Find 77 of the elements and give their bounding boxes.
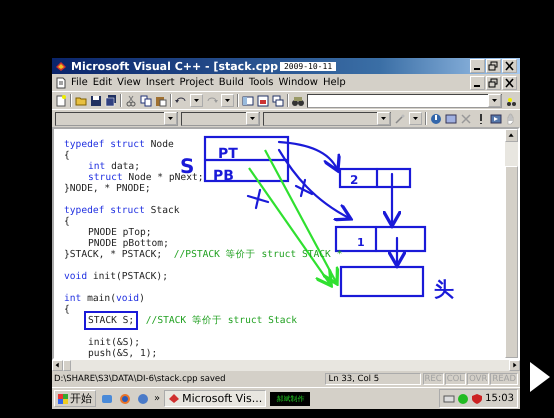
cross-mark <box>246 188 270 210</box>
window-restore-icon[interactable] <box>486 59 501 73</box>
cursor-position: Ln 33, Col 5 <box>324 373 420 385</box>
menu-item[interactable]: View <box>115 77 143 88</box>
play-icon[interactable] <box>528 360 552 394</box>
paste-icon[interactable] <box>154 94 167 106</box>
code-line: push(&S, 1); <box>87 348 158 358</box>
app-icon <box>168 393 180 404</box>
handwritten-node-value: 1 <box>357 236 365 249</box>
open-folder-icon[interactable] <box>74 94 87 106</box>
scroll-left-icon[interactable] <box>52 360 63 371</box>
start-button[interactable]: 开始 <box>54 390 96 407</box>
go-icon[interactable] <box>490 112 502 124</box>
code-line: void init(PSTACK); <box>64 270 168 282</box>
compile-icon[interactable] <box>430 112 442 124</box>
copy-icon[interactable] <box>140 94 152 106</box>
menu-item[interactable]: File <box>69 77 90 88</box>
document-icon[interactable] <box>55 76 67 88</box>
code-line: int data; <box>87 161 140 172</box>
keyboard-icon[interactable] <box>443 392 456 404</box>
handwritten-node-value: 2 <box>350 173 358 187</box>
document-minimize-icon[interactable] <box>470 76 485 90</box>
code-line: typedef struct Stack <box>64 204 180 216</box>
new-file-icon[interactable] <box>55 94 67 106</box>
app-icon <box>55 60 67 72</box>
window-list-icon[interactable] <box>272 94 284 106</box>
cut-icon[interactable] <box>124 94 137 106</box>
status-message: D:\SHARE\S3\DATA\DI-6\stack.cpp saved <box>54 374 227 384</box>
filter-combo-box[interactable] <box>180 112 260 126</box>
menu-item[interactable]: Project <box>178 77 216 88</box>
pointer-arrow <box>386 236 408 268</box>
menu-item[interactable]: Window <box>276 77 320 88</box>
handwritten-node-label: PT <box>218 146 238 162</box>
binoculars-icon[interactable] <box>292 94 304 106</box>
scrollbar-thumb[interactable] <box>63 360 71 371</box>
date-stamp: 2009-10-11 <box>280 62 336 70</box>
windows-logo-icon <box>58 394 68 404</box>
menu-item[interactable]: Insert <box>144 77 177 88</box>
shield-icon[interactable] <box>471 392 484 404</box>
cross-mark <box>294 178 314 198</box>
code-line: { <box>64 150 70 161</box>
code-line: PNODE pBottom; <box>87 238 169 249</box>
save-icon[interactable] <box>90 94 102 106</box>
code-line: { <box>64 304 70 315</box>
taskbar-task-button[interactable]: Microsoft Vis... <box>164 390 266 407</box>
window-minimize-icon[interactable] <box>470 59 485 73</box>
document-restore-icon[interactable] <box>486 76 501 90</box>
window-close-icon[interactable] <box>502 59 517 73</box>
code-line: init(&S); <box>87 336 140 348</box>
class-combo-box[interactable] <box>55 112 178 126</box>
code-line: struct Node * pNext; <box>87 172 204 183</box>
clock: 15:03 <box>485 393 514 404</box>
output-icon[interactable] <box>256 94 269 106</box>
member-combo-box[interactable] <box>262 112 392 126</box>
pointer-arrow <box>382 172 402 228</box>
document-close-icon[interactable] <box>502 76 517 90</box>
globe-icon[interactable] <box>136 392 150 404</box>
handwritten-head-character: 头 <box>434 277 454 301</box>
menu-item[interactable]: Edit <box>90 77 114 88</box>
window-title: Microsoft Visual C++ - [stack.cpp <box>71 60 278 72</box>
browser-icon[interactable] <box>118 392 132 404</box>
code-line: { <box>64 216 70 227</box>
code-line: int main(void) <box>64 292 145 304</box>
code-line: PNODE pTop; <box>87 227 152 238</box>
scroll-up-icon[interactable] <box>505 129 518 142</box>
scroll-right-icon[interactable] <box>509 360 520 371</box>
handwritten-node-label: PB <box>213 168 234 184</box>
build-icon[interactable] <box>445 112 457 124</box>
menu-item[interactable]: Build <box>216 77 246 88</box>
menu-item[interactable]: Tools <box>246 77 276 88</box>
code-line: }NODE, * PNODE; <box>64 183 151 194</box>
save-all-icon[interactable] <box>104 94 117 106</box>
workspace-icon[interactable] <box>242 94 254 106</box>
code-line: typedef struct Node <box>64 139 174 150</box>
find-field[interactable] <box>306 94 502 108</box>
overflow-chevron[interactable]: » <box>154 393 160 404</box>
menu-item[interactable]: Help <box>320 77 348 88</box>
